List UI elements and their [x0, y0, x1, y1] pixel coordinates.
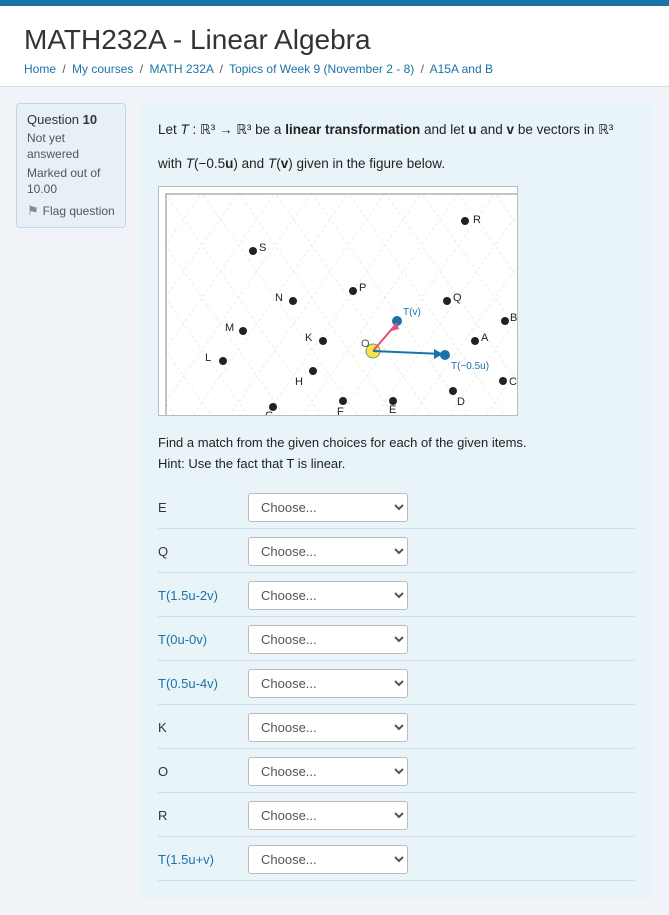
- breadcrumb-math232a[interactable]: MATH 232A: [149, 62, 213, 76]
- match-row-label: E: [158, 500, 248, 515]
- match-row: T(1.5u+v)Choose...: [158, 839, 635, 881]
- svg-text:G: G: [265, 410, 274, 416]
- match-row: T(0.5u-4v)Choose...: [158, 663, 635, 705]
- flag-label: Flag question: [43, 204, 115, 218]
- match-select-0[interactable]: Choose...: [248, 493, 408, 522]
- svg-text:Q: Q: [453, 292, 462, 304]
- match-select-6[interactable]: Choose...: [248, 757, 408, 786]
- main-content: Let T : ℝ³ → ℝ³ be a linear transformati…: [140, 103, 653, 899]
- question-box: Question 10 Not yet answered Marked out …: [16, 103, 126, 228]
- question-label: Question 10: [27, 112, 115, 127]
- svg-text:L: L: [205, 352, 211, 364]
- match-row-label: Q: [158, 544, 248, 559]
- question-mark: Marked out of 10.00: [27, 166, 115, 197]
- svg-text:N: N: [275, 292, 283, 304]
- sidebar: Question 10 Not yet answered Marked out …: [16, 103, 126, 899]
- match-select-wrapper: Choose...: [248, 757, 635, 786]
- svg-text:P: P: [359, 282, 366, 294]
- svg-text:K: K: [305, 332, 313, 344]
- svg-text:S: S: [259, 242, 266, 254]
- page-header: MATH232A - Linear Algebra Home / My cour…: [0, 6, 669, 87]
- svg-text:O: O: [361, 338, 370, 350]
- match-select-wrapper: Choose...: [248, 801, 635, 830]
- match-row: OChoose...: [158, 751, 635, 793]
- svg-text:R: R: [473, 214, 481, 226]
- match-select-1[interactable]: Choose...: [248, 537, 408, 566]
- match-row-label: T(0.5u-4v): [158, 676, 248, 691]
- svg-text:C: C: [509, 376, 517, 388]
- match-select-wrapper: Choose...: [248, 493, 635, 522]
- match-row-label: K: [158, 720, 248, 735]
- match-select-wrapper: Choose...: [248, 713, 635, 742]
- breadcrumb-a15ab[interactable]: A15A and B: [430, 62, 493, 76]
- match-select-wrapper: Choose...: [248, 581, 635, 610]
- svg-text:T(−0.5u): T(−0.5u): [451, 361, 489, 372]
- flag-icon: ⚑: [27, 203, 39, 219]
- figure-svg: R S Q B N P M: [165, 193, 518, 416]
- match-select-4[interactable]: Choose...: [248, 669, 408, 698]
- match-row: T(1.5u-2v)Choose...: [158, 575, 635, 617]
- svg-text:M: M: [225, 322, 234, 334]
- match-row-label: T(1.5u-2v): [158, 588, 248, 603]
- match-select-5[interactable]: Choose...: [248, 713, 408, 742]
- match-select-wrapper: Choose...: [248, 537, 635, 566]
- match-row-label: T(0u-0v): [158, 632, 248, 647]
- match-row: RChoose...: [158, 795, 635, 837]
- match-select-wrapper: Choose...: [248, 625, 635, 654]
- match-select-3[interactable]: Choose...: [248, 625, 408, 654]
- breadcrumb-home[interactable]: Home: [24, 62, 56, 76]
- svg-text:T(v): T(v): [403, 307, 421, 318]
- question-number: 10: [83, 112, 97, 127]
- match-select-8[interactable]: Choose...: [248, 845, 408, 874]
- page-title: MATH232A - Linear Algebra: [24, 24, 645, 56]
- find-text: Find a match from the given choices for …: [158, 435, 635, 450]
- breadcrumb: Home / My courses / MATH 232A / Topics o…: [24, 62, 645, 76]
- question-text-line2: with T(−0.5u) and T(v) given in the figu…: [158, 153, 635, 175]
- question-status: Not yet answered: [27, 131, 115, 162]
- match-rows-container: EChoose...QChoose...T(1.5u-2v)Choose...T…: [158, 487, 635, 881]
- breadcrumb-topics[interactable]: Topics of Week 9 (November 2 - 8): [229, 62, 414, 76]
- svg-text:B: B: [510, 312, 517, 324]
- svg-text:A: A: [481, 332, 489, 344]
- match-row-label: O: [158, 764, 248, 779]
- match-row: QChoose...: [158, 531, 635, 573]
- svg-text:D: D: [457, 396, 465, 408]
- match-select-7[interactable]: Choose...: [248, 801, 408, 830]
- match-row: T(0u-0v)Choose...: [158, 619, 635, 661]
- question-text-line1: Let T : ℝ³ → ℝ³ be a linear transformati…: [158, 119, 635, 141]
- match-select-wrapper: Choose...: [248, 669, 635, 698]
- svg-text:E: E: [389, 404, 396, 416]
- svg-text:F: F: [337, 406, 344, 416]
- hint-text: Hint: Use the fact that T is linear.: [158, 456, 635, 471]
- match-row: EChoose...: [158, 487, 635, 529]
- match-select-wrapper: Choose...: [248, 845, 635, 874]
- match-row: KChoose...: [158, 707, 635, 749]
- breadcrumb-mycourses[interactable]: My courses: [72, 62, 133, 76]
- svg-text:H: H: [295, 376, 303, 388]
- match-row-label: R: [158, 808, 248, 823]
- flag-question-button[interactable]: ⚑ Flag question: [27, 203, 115, 219]
- match-row-label: T(1.5u+v): [158, 852, 248, 867]
- match-select-2[interactable]: Choose...: [248, 581, 408, 610]
- figure-container: R S Q B N P M: [158, 186, 518, 416]
- content-area: Question 10 Not yet answered Marked out …: [0, 87, 669, 915]
